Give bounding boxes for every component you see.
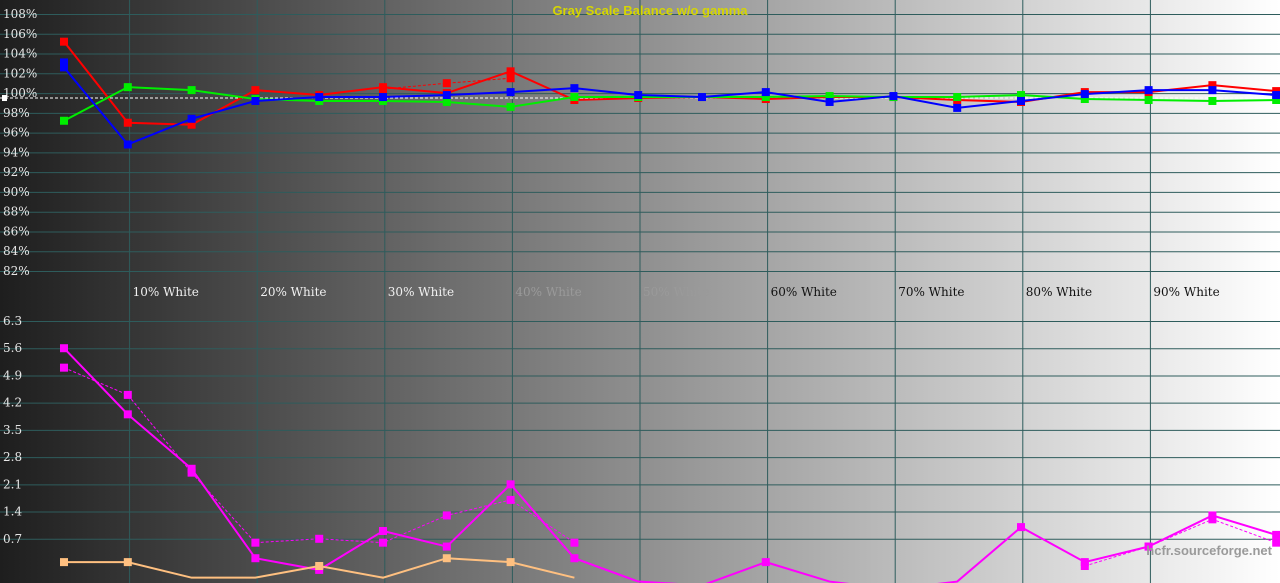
delta-e-series-0-reference-point [379, 538, 387, 547]
delta-e-series-0-reference-point [123, 390, 132, 399]
rgb-balance-series-2-point [698, 93, 706, 102]
delta-e-series-0-reference-point [570, 538, 579, 547]
top-y-tick-label: 82% [3, 264, 30, 278]
x-category-label: 40% White [515, 285, 581, 299]
rgb-balance-series-0-point [251, 86, 260, 95]
rgb-balance-series-2-point [1272, 91, 1280, 100]
delta-e-series-0-reference-point [251, 538, 260, 547]
bottom-y-tick-label: 6.3 [3, 314, 22, 328]
delta-e-series-0-point [251, 554, 260, 563]
rgb-balance-series-1-point [442, 97, 451, 106]
top-y-tick-label: 92% [3, 165, 30, 179]
top-y-tick-label: 104% [3, 47, 37, 61]
x-category-label: 50% White [643, 285, 709, 299]
rgb-balance-series-0-reference-point [442, 79, 451, 88]
rgb-balance-series-2-point [1208, 86, 1217, 95]
bottom-y-tick-label: 4.2 [3, 396, 22, 410]
rgb-balance-series-2-point [889, 92, 898, 101]
bottom-y-tick-label: 4.9 [3, 368, 22, 382]
delta-e-series-0-reference-point [1272, 538, 1280, 547]
delta-e-series-0-reference-point [187, 468, 196, 477]
delta-e-series-0-point [761, 558, 770, 567]
watermark-text: hcfr.sourceforge.net [1146, 543, 1272, 558]
rgb-balance-series-2-point [315, 93, 324, 102]
bottom-y-tick-label: 5.6 [3, 341, 22, 355]
x-category-label: 10% White [133, 285, 199, 299]
x-category-label: 80% White [1026, 285, 1092, 299]
x-category-label: 20% White [260, 285, 326, 299]
delta-e-series-0-reference-point [1208, 515, 1217, 524]
top-y-tick-label: 84% [3, 244, 30, 258]
rgb-balance-series-0-point [60, 37, 68, 46]
bottom-y-tick-label: 2.1 [3, 477, 22, 491]
delta-e-series-0-reference-point [442, 511, 451, 520]
delta-e-series-0-point [123, 410, 132, 419]
top-y-tick-label: 106% [3, 27, 37, 41]
delta-e-series-0-point [1017, 523, 1025, 532]
delta-e-series-0-reference-point [315, 534, 324, 543]
delta-e-series-0-point [442, 542, 451, 551]
top-y-tick-label: 96% [3, 126, 30, 140]
rgb-balance-series-2-point [1017, 96, 1025, 105]
delta-e-series-0-point [506, 480, 515, 489]
rgb-balance-series-1-point [570, 93, 579, 102]
delta-e-series-1-point [506, 558, 515, 567]
rgb-balance-series-2-reference-point [60, 58, 68, 67]
x-category-label: 60% White [771, 285, 837, 299]
rgb-balance-series-2-point [506, 88, 515, 97]
rgb-balance-series-2-point [761, 88, 770, 97]
delta-e-series-0-reference-point [60, 363, 68, 372]
delta-e-series-0-reference-point [506, 495, 515, 504]
delta-e-series-1-point [315, 562, 324, 570]
reference-marker [2, 95, 7, 102]
rgb-balance-series-0-point [506, 67, 515, 76]
rgb-balance-series-0-point [123, 118, 132, 127]
gray-scale-chart: 108%106%104%102%100%98%96%94%92%90%88%86… [0, 0, 1280, 583]
rgb-balance-series-0-reference-point [379, 85, 387, 94]
delta-e-series-0-point [379, 527, 387, 535]
rgb-balance-series-2-point [570, 84, 579, 93]
bottom-y-tick-label: 1.4 [3, 505, 22, 519]
delta-e-series-0-reference-point [1080, 562, 1089, 570]
rgb-balance-series-1-point [1208, 96, 1217, 105]
rgb-balance-series-1-point [1144, 95, 1153, 104]
x-category-label: 90% White [1153, 285, 1219, 299]
delta-e-series-1-point [442, 554, 451, 563]
top-y-tick-label: 94% [3, 145, 30, 159]
rgb-balance-series-2-point [634, 91, 643, 100]
delta-e-series-1-point [123, 558, 132, 567]
delta-e-series-1-point [60, 558, 68, 567]
bottom-y-tick-label: 0.7 [3, 532, 22, 546]
rgb-balance-series-0-reference-point [506, 74, 515, 83]
top-y-tick-label: 98% [3, 106, 30, 120]
chart-root: 108% 106% 104% 102% 100% 98% 96% 94% 92% 90% 88% 86… [0, 0, 1280, 583]
delta-e-series-0-point [570, 554, 579, 563]
bottom-y-tick-label: 3.5 [3, 423, 22, 437]
delta-e-series-0-point [60, 344, 68, 353]
rgb-balance-series-1-point [953, 93, 962, 102]
rgb-balance-series-1-point [187, 86, 196, 95]
rgb-balance-series-2-point [953, 103, 962, 112]
top-y-tick-label: 90% [3, 185, 30, 199]
rgb-balance-series-2-point [825, 97, 834, 106]
bottom-y-tick-label: 2.8 [3, 450, 22, 464]
rgb-balance-series-1-point [123, 83, 132, 92]
top-y-tick-label: 86% [3, 224, 30, 238]
rgb-balance-series-2-point [442, 91, 451, 100]
top-y-tick-label: 102% [3, 66, 37, 80]
chart-title: Gray Scale Balance w/o gamma [552, 3, 748, 18]
x-category-label: 30% White [388, 285, 454, 299]
rgb-balance-series-1-point [60, 116, 68, 125]
rgb-balance-series-2-point [187, 114, 196, 123]
rgb-balance-series-2-point [251, 96, 260, 105]
delta-e-series-0-point [1272, 530, 1280, 539]
rgb-balance-series-2-point [1144, 86, 1153, 95]
top-y-tick-label: 88% [3, 205, 30, 219]
rgb-balance-series-1-point [506, 102, 515, 111]
rgb-balance-series-2-point [1080, 90, 1089, 99]
rgb-balance-series-2-point [123, 140, 132, 149]
x-category-label: 70% White [898, 285, 964, 299]
rgb-balance-series-2-point [379, 93, 387, 102]
